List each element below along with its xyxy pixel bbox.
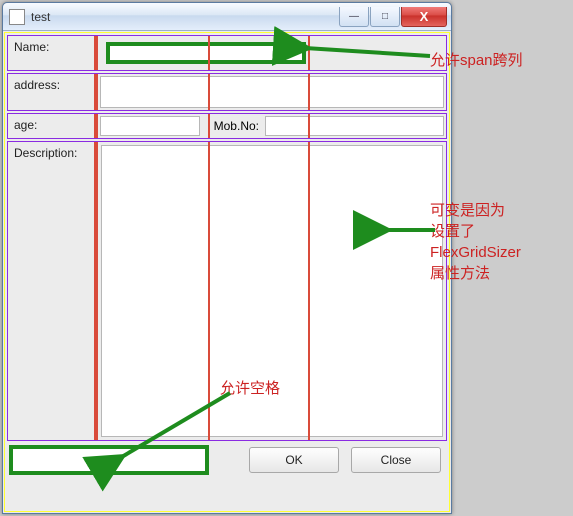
row-name: Name: — [7, 35, 447, 71]
name-input[interactable] — [106, 42, 306, 64]
annotation-allow-blank: 允许空格 — [220, 378, 280, 399]
age-field-cell: Mob.No: — [96, 114, 446, 138]
ok-button[interactable]: OK — [249, 447, 339, 473]
maximize-button[interactable]: □ — [370, 7, 400, 27]
app-icon — [9, 9, 25, 25]
close-button[interactable]: Close — [351, 447, 441, 473]
address-input[interactable] — [100, 76, 444, 108]
mob-label: Mob.No: — [214, 119, 259, 133]
row-age: age: Mob.No: — [7, 113, 447, 139]
client-area: Name: address: age: Mob.No: Description: — [4, 32, 450, 512]
name-label: Name: — [8, 36, 96, 70]
annotation-span-columns: 允许span跨列 — [430, 50, 523, 71]
mob-input[interactable] — [265, 116, 444, 136]
close-window-button[interactable]: X — [401, 7, 447, 27]
age-input[interactable] — [100, 116, 200, 136]
app-window: test — □ X Name: address: age: Mob.No: — [2, 2, 452, 514]
annotation-flexgridsizer: 可变是因为 设置了 FlexGridSizer 属性方法 — [430, 200, 570, 284]
row-buttons: OK Close — [7, 443, 447, 477]
name-field-cell — [96, 36, 446, 70]
age-label: age: — [8, 114, 96, 138]
description-label: Description: — [8, 142, 96, 440]
window-buttons: — □ X — [339, 7, 447, 27]
row-address: address: — [7, 73, 447, 111]
address-label: address: — [8, 74, 96, 110]
window-title: test — [31, 10, 339, 24]
minimize-button[interactable]: — — [339, 7, 369, 27]
address-field-cell — [96, 74, 446, 110]
titlebar[interactable]: test — □ X — [3, 3, 451, 31]
blank-cell-highlight — [9, 445, 209, 475]
